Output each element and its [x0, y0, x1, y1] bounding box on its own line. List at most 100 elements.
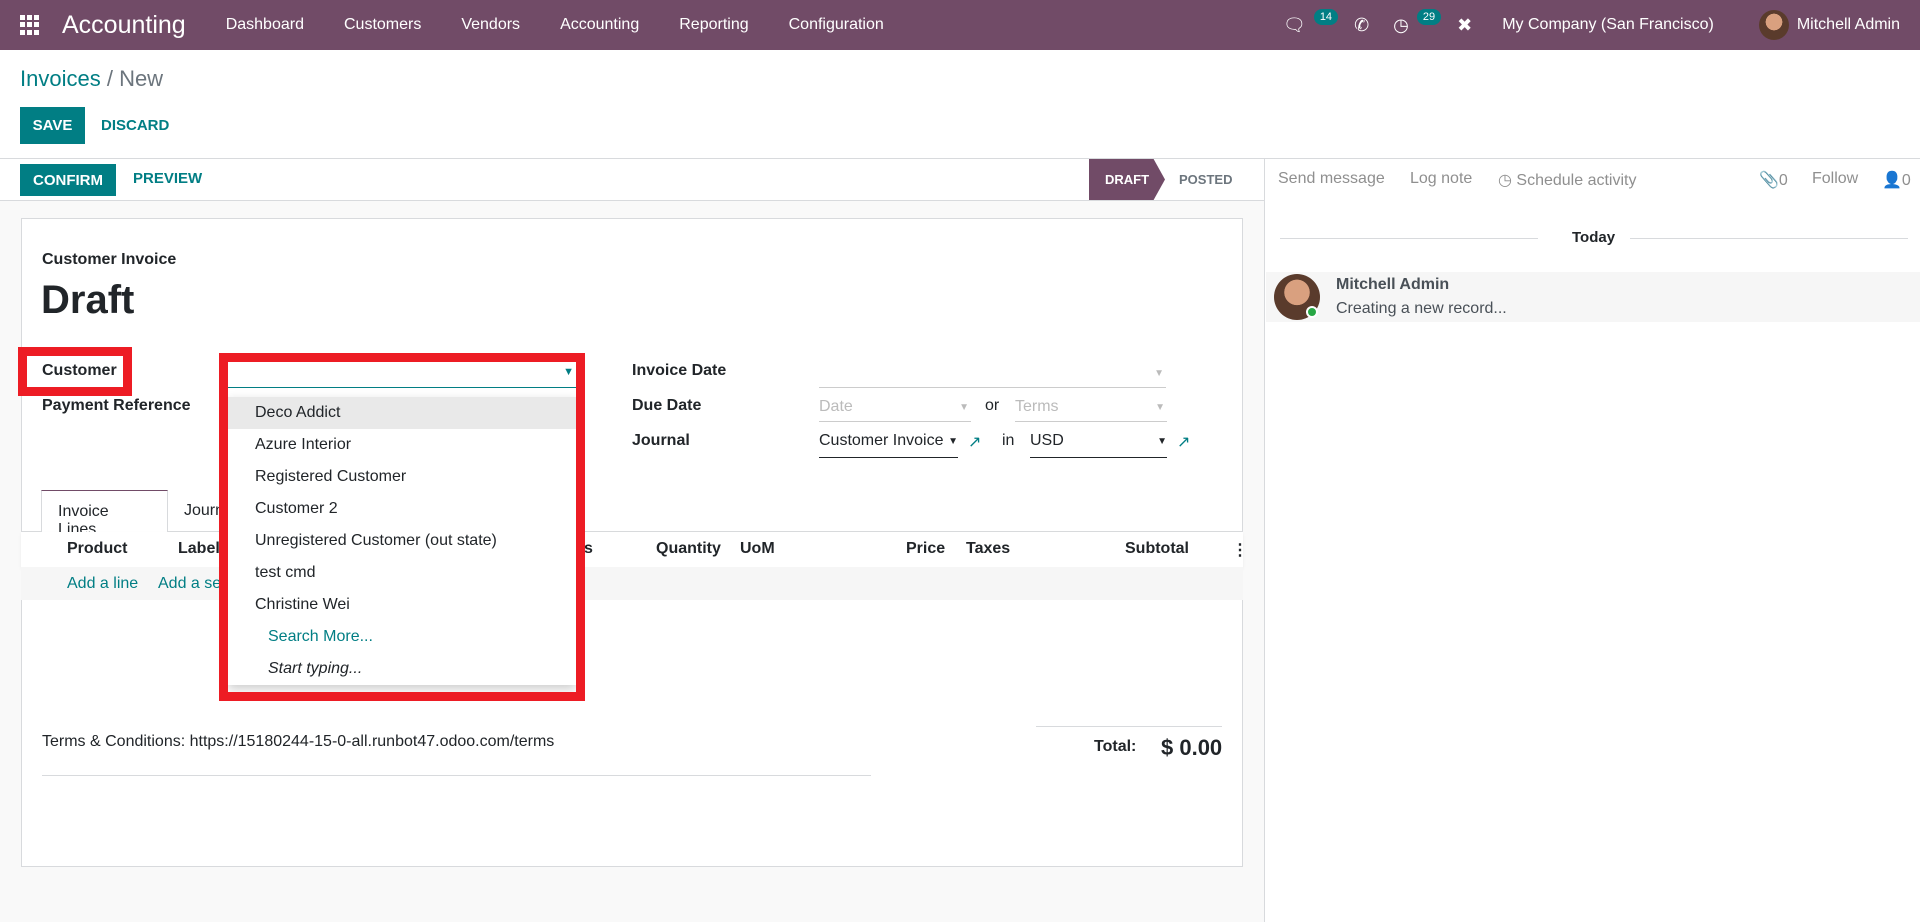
app-name[interactable]: Accounting: [62, 11, 186, 40]
confirm-button[interactable]: CONFIRM: [20, 164, 116, 196]
in-label: in: [1002, 432, 1015, 449]
dropdown-caret-icon[interactable]: ▼: [563, 366, 574, 378]
apps-menu-icon[interactable]: [20, 15, 40, 35]
due-date-input[interactable]: Date ▼: [819, 396, 971, 422]
attachments-button[interactable]: 📎0: [1759, 170, 1788, 190]
option-registered-customer[interactable]: Registered Customer: [228, 461, 576, 493]
terms-placeholder: Terms: [1015, 398, 1059, 415]
add-line-link[interactable]: Add a line: [67, 575, 138, 593]
dropdown-caret-icon: ▼: [1155, 402, 1165, 413]
invoice-title: Draft: [41, 278, 135, 322]
divider: [1036, 726, 1222, 727]
currency-value: USD: [1030, 432, 1064, 449]
col-subtotal[interactable]: Subtotal: [1125, 540, 1189, 558]
user-icon: 👤: [1882, 172, 1902, 189]
breadcrumb: Invoices / New: [20, 66, 163, 92]
user-avatar[interactable]: [1758, 10, 1789, 40]
invoice-date-label: Invoice Date: [632, 362, 727, 379]
option-unregistered-customer[interactable]: Unregistered Customer (out state): [228, 525, 576, 557]
or-label: or: [985, 397, 1000, 414]
debug-tools-icon[interactable]: ✖: [1457, 15, 1472, 36]
log-note-button[interactable]: Log note: [1410, 170, 1472, 188]
dropdown-caret-icon: ▼: [959, 402, 969, 413]
col-label[interactable]: Label: [178, 540, 220, 558]
col-uom[interactable]: UoM: [740, 540, 775, 558]
status-bar: DRAFT POSTED: [1089, 159, 1232, 200]
top-navbar: Accounting Dashboard Customers Vendors A…: [0, 0, 1920, 50]
divider: [0, 158, 1920, 159]
chatter-divider: [1264, 159, 1265, 922]
col-price[interactable]: Price: [906, 540, 945, 558]
stage-posted[interactable]: POSTED: [1165, 172, 1232, 187]
customer-input[interactable]: ▼: [228, 362, 576, 388]
col-quantity[interactable]: Quantity: [656, 540, 721, 558]
divider: [1630, 238, 1908, 239]
company-switcher[interactable]: My Company (San Francisco): [1502, 16, 1714, 34]
paperclip-icon: 📎: [1759, 172, 1779, 189]
menu-accounting[interactable]: Accounting: [560, 16, 639, 34]
col-taxes[interactable]: Taxes: [966, 540, 1010, 558]
due-date-label: Due Date: [632, 397, 702, 414]
journal-select[interactable]: Customer Invoice ▼: [819, 430, 958, 458]
schedule-activity-label: Schedule activity: [1516, 172, 1637, 189]
optional-columns-icon[interactable]: ⋮: [1232, 540, 1248, 560]
send-message-button[interactable]: Send message: [1278, 170, 1385, 188]
payment-terms-input[interactable]: Terms ▼: [1015, 396, 1167, 422]
activity-clock-icon[interactable]: ◷: [1393, 15, 1409, 36]
option-deco-addict[interactable]: Deco Addict: [228, 397, 576, 429]
col-product[interactable]: Product: [67, 540, 127, 558]
menu-customers[interactable]: Customers: [344, 16, 421, 34]
chat-icon[interactable]: 🗨: [1283, 15, 1306, 36]
dropdown-caret-icon: ▼: [1154, 368, 1164, 379]
tab-invoice-lines[interactable]: Invoice Lines: [41, 490, 168, 538]
journal-label: Journal: [632, 432, 690, 449]
move-type-label: Customer Invoice: [42, 251, 177, 268]
message-body: Creating a new record...: [1336, 300, 1507, 317]
external-link-icon[interactable]: ↗: [1177, 432, 1190, 452]
dropdown-caret-icon: ▼: [1157, 436, 1167, 447]
menu-configuration[interactable]: Configuration: [789, 16, 884, 34]
search-more-link[interactable]: Search More...: [228, 621, 576, 653]
date-placeholder: Date: [819, 398, 853, 415]
messages-badge: 14: [1313, 9, 1339, 25]
divider: [1280, 238, 1538, 239]
menu-reporting[interactable]: Reporting: [679, 16, 748, 34]
attachments-count: 0: [1778, 172, 1788, 189]
start-typing-hint: Start typing...: [228, 653, 576, 685]
date-separator: Today: [1572, 229, 1616, 246]
phone-icon[interactable]: ✆: [1354, 15, 1369, 36]
currency-select[interactable]: USD ▼: [1030, 430, 1167, 458]
save-button[interactable]: SAVE: [20, 107, 85, 144]
user-menu[interactable]: Mitchell Admin: [1797, 16, 1900, 34]
terms-and-conditions: Terms & Conditions: https://15180244-15-…: [42, 733, 555, 750]
breadcrumb-invoices[interactable]: Invoices: [20, 66, 101, 91]
activities-badge: 29: [1416, 9, 1442, 25]
journal-value: Customer Invoice: [819, 432, 944, 449]
schedule-activity-button[interactable]: ◷ Schedule activity: [1498, 170, 1636, 190]
total-label: Total:: [1094, 738, 1137, 755]
follow-button[interactable]: Follow: [1812, 170, 1858, 188]
online-status-icon: [1306, 306, 1318, 318]
stage-draft[interactable]: DRAFT: [1089, 159, 1165, 200]
clock-icon: ◷: [1498, 172, 1517, 189]
add-section-link[interactable]: Add a section: [158, 575, 220, 593]
menu-dashboard[interactable]: Dashboard: [226, 16, 304, 34]
option-test-cmd[interactable]: test cmd: [228, 557, 576, 589]
dropdown-caret-icon: ▼: [948, 436, 958, 447]
discard-button[interactable]: DISCARD: [101, 117, 169, 134]
option-customer-2[interactable]: Customer 2: [228, 493, 576, 525]
preview-button[interactable]: PREVIEW: [133, 170, 202, 187]
option-christine-wei[interactable]: Christine Wei: [228, 589, 576, 621]
breadcrumb-current: New: [119, 66, 164, 91]
customer-autocomplete-dropdown: Deco Addict Azure Interior Registered Cu…: [228, 397, 576, 685]
option-azure-interior[interactable]: Azure Interior: [228, 429, 576, 461]
invoice-date-input[interactable]: ▼: [819, 362, 1166, 388]
external-link-icon[interactable]: ↗: [968, 432, 981, 452]
divider: [42, 775, 871, 776]
menu-vendors[interactable]: Vendors: [461, 16, 520, 34]
followers-count: 0: [1901, 172, 1911, 189]
followers-button[interactable]: 👤0: [1882, 170, 1911, 190]
customer-label: Customer: [42, 362, 117, 379]
breadcrumb-separator: /: [100, 66, 120, 91]
message-author[interactable]: Mitchell Admin: [1336, 276, 1449, 294]
